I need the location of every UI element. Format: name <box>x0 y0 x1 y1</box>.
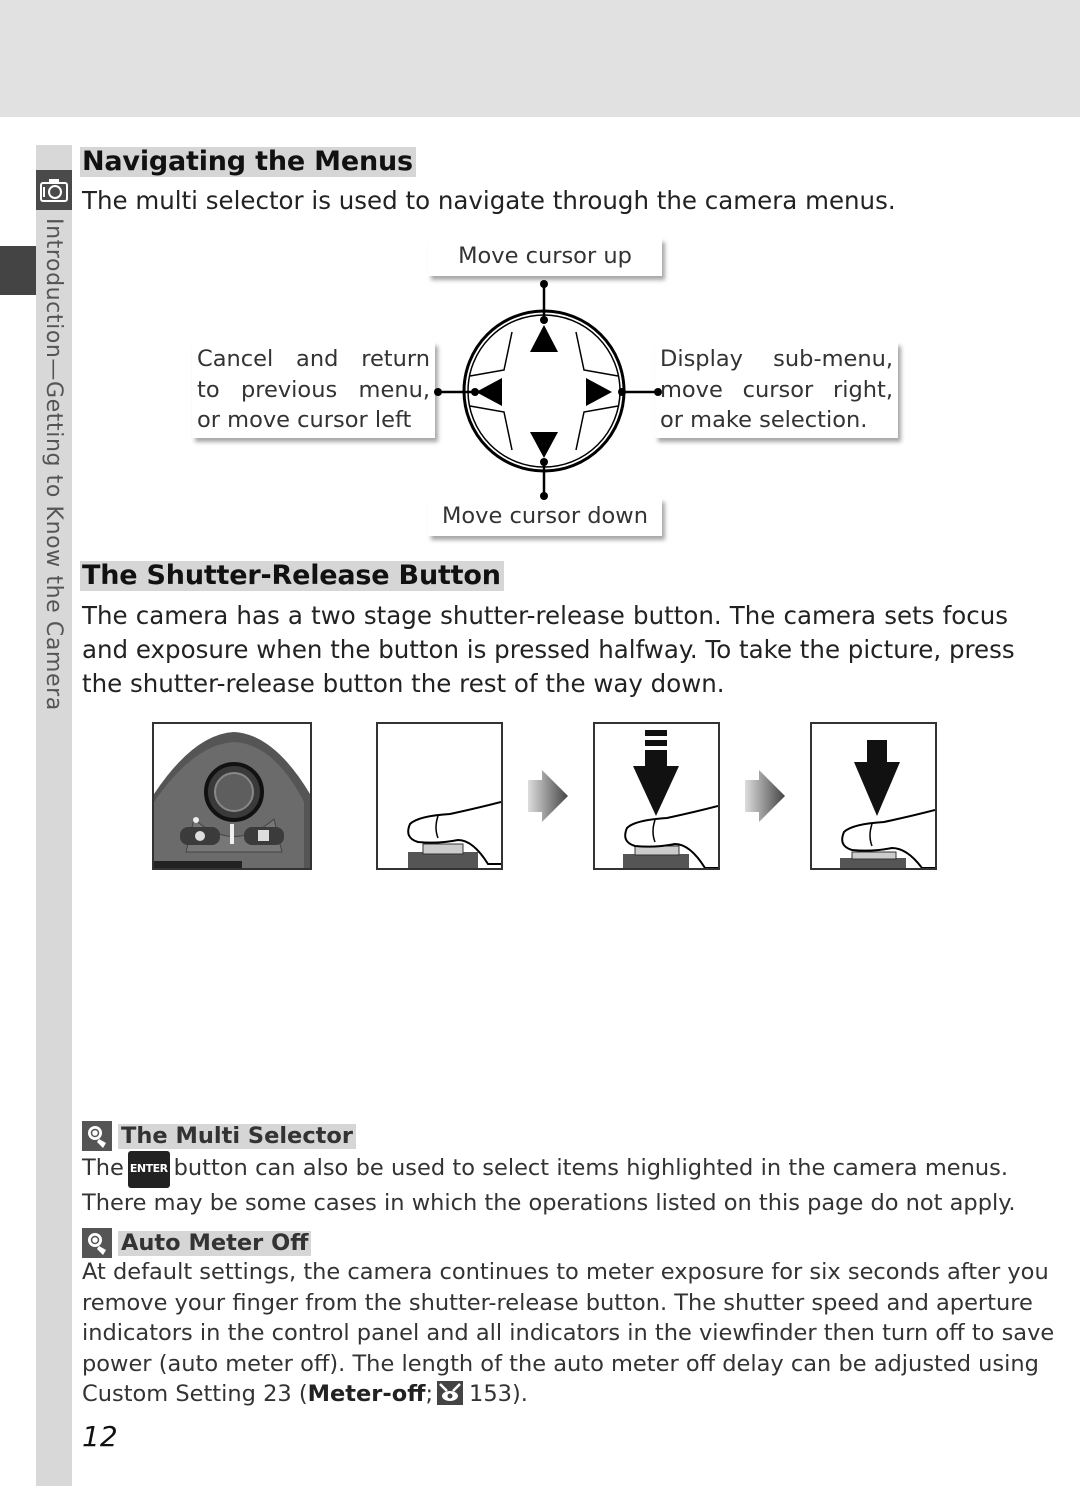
next-step-arrow-icon <box>745 770 785 822</box>
note-text: button can also be used to select items … <box>173 1155 1008 1181</box>
paragraph-line: and exposure when the button is pressed … <box>82 635 1015 664</box>
arrow-left-icon <box>476 378 502 406</box>
finger-icon <box>407 801 501 868</box>
paragraph-line: the shutter-release button the rest of t… <box>82 669 725 698</box>
note-multi-selector-header: The Multi Selector <box>82 1121 356 1151</box>
shutter-paragraph: The camera has a two stage shutter-relea… <box>82 599 1015 701</box>
chapter-label-text: Introduction—Getting to Know the Camera <box>41 218 66 711</box>
note-text: remove your finger from the shutter-rele… <box>82 1289 1033 1316</box>
meter-off-setting-name: Meter-off <box>307 1381 426 1407</box>
press-fully <box>810 722 937 870</box>
note-text: There may be some cases in which the ope… <box>82 1189 1016 1216</box>
note-text: The <box>82 1155 124 1181</box>
note-text: ; <box>425 1381 434 1407</box>
half-press-arrow-icon <box>623 730 718 868</box>
chapter-marker <box>0 246 36 295</box>
section-heading-shutter-release: The Shutter-Release Button <box>80 561 504 591</box>
paragraph-line: The camera has a two stage shutter-relea… <box>82 601 1008 630</box>
section-heading-navigating-menus: Navigating the Menus <box>80 147 416 177</box>
callout-left-line: or move cursor left <box>197 407 412 433</box>
note-multi-selector-body: The ENTER button can also be used to selec… <box>82 1151 1016 1218</box>
chapter-tab <box>36 170 72 210</box>
note-text: ). <box>511 1381 528 1407</box>
arrow-up-icon <box>530 325 558 352</box>
camera-body-icon <box>154 724 310 868</box>
note-text: At default settings, the camera continue… <box>82 1259 1049 1285</box>
chapter-label: Introduction—Getting to Know the Camera <box>40 218 68 738</box>
enter-button-icon: ENTER <box>127 1151 170 1188</box>
note-title: Auto Meter Off <box>118 1230 312 1256</box>
page-reference-number[interactable]: 153 <box>469 1381 512 1407</box>
callout-up-text: Move cursor up <box>458 243 632 269</box>
note-auto-meter-off-body: At default settings, the camera continue… <box>82 1257 1055 1410</box>
callout-left: Cancel and return to previous menu, or m… <box>192 342 435 438</box>
press-halfway <box>593 722 720 870</box>
multi-selector-icon <box>434 280 662 500</box>
note-auto-meter-off-header: Auto Meter Off <box>82 1228 312 1258</box>
note-title: The Multi Selector <box>118 1123 356 1149</box>
callout-left-line: Cancel and return <box>197 346 430 372</box>
callout-right-line: or make selection. <box>660 407 868 433</box>
note-text-last-line: Custom Setting 23 (Meter-off; 153). <box>82 1379 1008 1410</box>
top-margin-band <box>0 0 1080 117</box>
page-reference-icon <box>437 1381 464 1405</box>
camera-top-view <box>152 722 312 870</box>
camera-icon <box>40 179 68 202</box>
full-press-arrow-icon <box>840 740 935 868</box>
callout-right: Display sub-menu, move cursor right, or … <box>655 342 898 438</box>
next-step-arrow-icon <box>528 770 568 822</box>
arrow-right-icon <box>586 378 612 406</box>
finger-on-button <box>376 722 503 870</box>
note-text: indicators in the control panel and all … <box>82 1320 1055 1346</box>
arrow-down-icon <box>530 432 558 458</box>
page-number: 12 <box>82 1420 118 1453</box>
note-magnifier-icon <box>82 1121 112 1151</box>
callout-right-line: Display sub-menu, <box>660 346 893 372</box>
note-magnifier-icon <box>82 1228 112 1258</box>
callout-left-line: to previous menu, <box>197 376 430 403</box>
section-intro: The multi selector is used to navigate t… <box>82 186 896 215</box>
callout-right-line: move cursor right, <box>660 376 893 403</box>
note-text: Custom Setting 23 ( <box>82 1381 308 1407</box>
note-text: power (auto meter off). The length of th… <box>82 1350 1039 1377</box>
